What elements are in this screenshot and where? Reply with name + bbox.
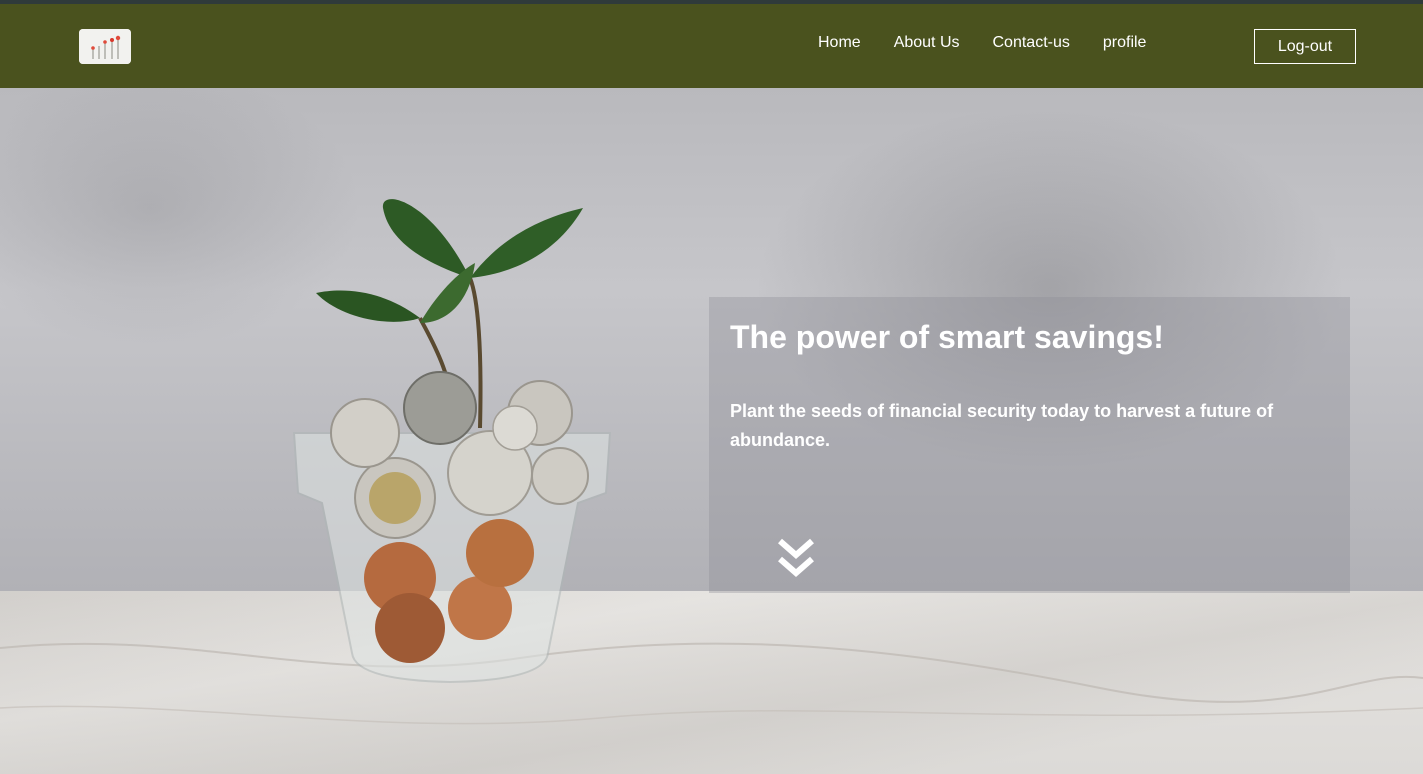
hero-info-box: The power of smart savings! Plant the se…: [709, 297, 1350, 593]
navbar: Home About Us Contact-us profile Log-out: [0, 4, 1423, 88]
logo[interactable]: [79, 29, 131, 64]
hero-text: Plant the seeds of financial security to…: [730, 401, 1274, 450]
logout-button[interactable]: Log-out: [1254, 29, 1356, 64]
double-chevron-down-icon[interactable]: [775, 535, 817, 581]
nav-links: Home About Us Contact-us profile: [818, 34, 1146, 52]
nav-contact-link[interactable]: Contact-us: [993, 34, 1070, 52]
nav-home-link[interactable]: Home: [818, 34, 861, 52]
nav-about-link[interactable]: About Us: [894, 34, 960, 52]
hero-title: The power of smart savings!: [730, 319, 1164, 355]
nav-profile-link[interactable]: profile: [1103, 34, 1147, 52]
hero-section: The power of smart savings! Plant the se…: [0, 88, 1423, 774]
